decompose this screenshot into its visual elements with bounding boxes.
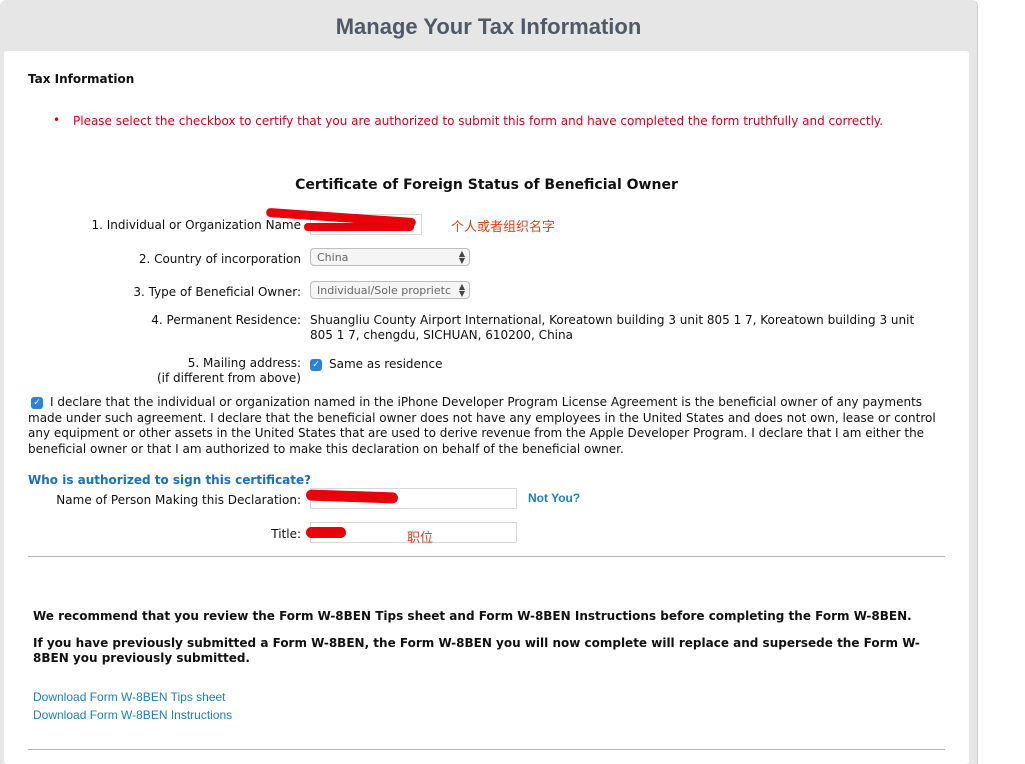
page-title: Manage Your Tax Information: [335, 14, 642, 39]
bullet-icon: •: [53, 113, 61, 127]
residence-label: 4. Permanent Residence:: [151, 313, 301, 327]
residence-value: Shuangliu County Airport International, …: [310, 313, 915, 342]
signer-name-label: Name of Person Making this Declaration:: [56, 493, 301, 507]
name-label: 1. Individual or Organization Name: [91, 218, 301, 232]
window-frame: Manage Your Tax Information Tax Informat…: [0, 0, 978, 764]
section-title: Tax Information: [28, 72, 135, 86]
declaration-text: I declare that the individual or organiz…: [28, 395, 936, 456]
title-annotation: 职位: [407, 531, 434, 546]
not-you-link[interactable]: Not You?: [528, 491, 580, 505]
redaction-mark: [304, 223, 414, 231]
redaction-mark: [306, 527, 346, 538]
signer-heading: Who is authorized to sign this certifica…: [28, 473, 312, 487]
previous-submission-text: If you have previously submitted a Form …: [33, 636, 920, 665]
name-annotation: 个人或者组织名字: [451, 220, 556, 235]
same-as-residence-label: Same as residence: [329, 357, 443, 371]
download-instructions-link[interactable]: Download Form W-8BEN Instructions: [33, 708, 232, 722]
divider: [28, 749, 945, 750]
recommend-text: We recommend that you review the Form W-…: [33, 609, 912, 623]
country-select[interactable]: China ▲ ▼: [310, 248, 470, 266]
mailing-sublabel: (if different from above): [156, 371, 301, 385]
select-arrows-icon: ▲ ▼: [458, 282, 465, 298]
divider: [28, 556, 945, 557]
tax-form-panel: Tax Information • Please select the chec…: [4, 51, 969, 764]
owner-type-select[interactable]: Individual/Sole proprietc ▲ ▼: [310, 281, 470, 299]
select-arrows-icon: ▲ ▼: [458, 249, 465, 265]
mailing-label: 5. Mailing address:: [187, 356, 301, 370]
form-title: Certificate of Foreign Status of Benefic…: [295, 177, 678, 193]
country-label: 2. Country of incorporation: [138, 252, 301, 266]
title-label: Title:: [271, 527, 301, 541]
page-header: Manage Your Tax Information: [0, 0, 977, 52]
same-as-residence-checkbox[interactable]: ✓: [310, 359, 322, 371]
owner-type-label: 3. Type of Beneficial Owner:: [133, 285, 301, 299]
download-tips-link[interactable]: Download Form W-8BEN Tips sheet: [33, 690, 226, 704]
